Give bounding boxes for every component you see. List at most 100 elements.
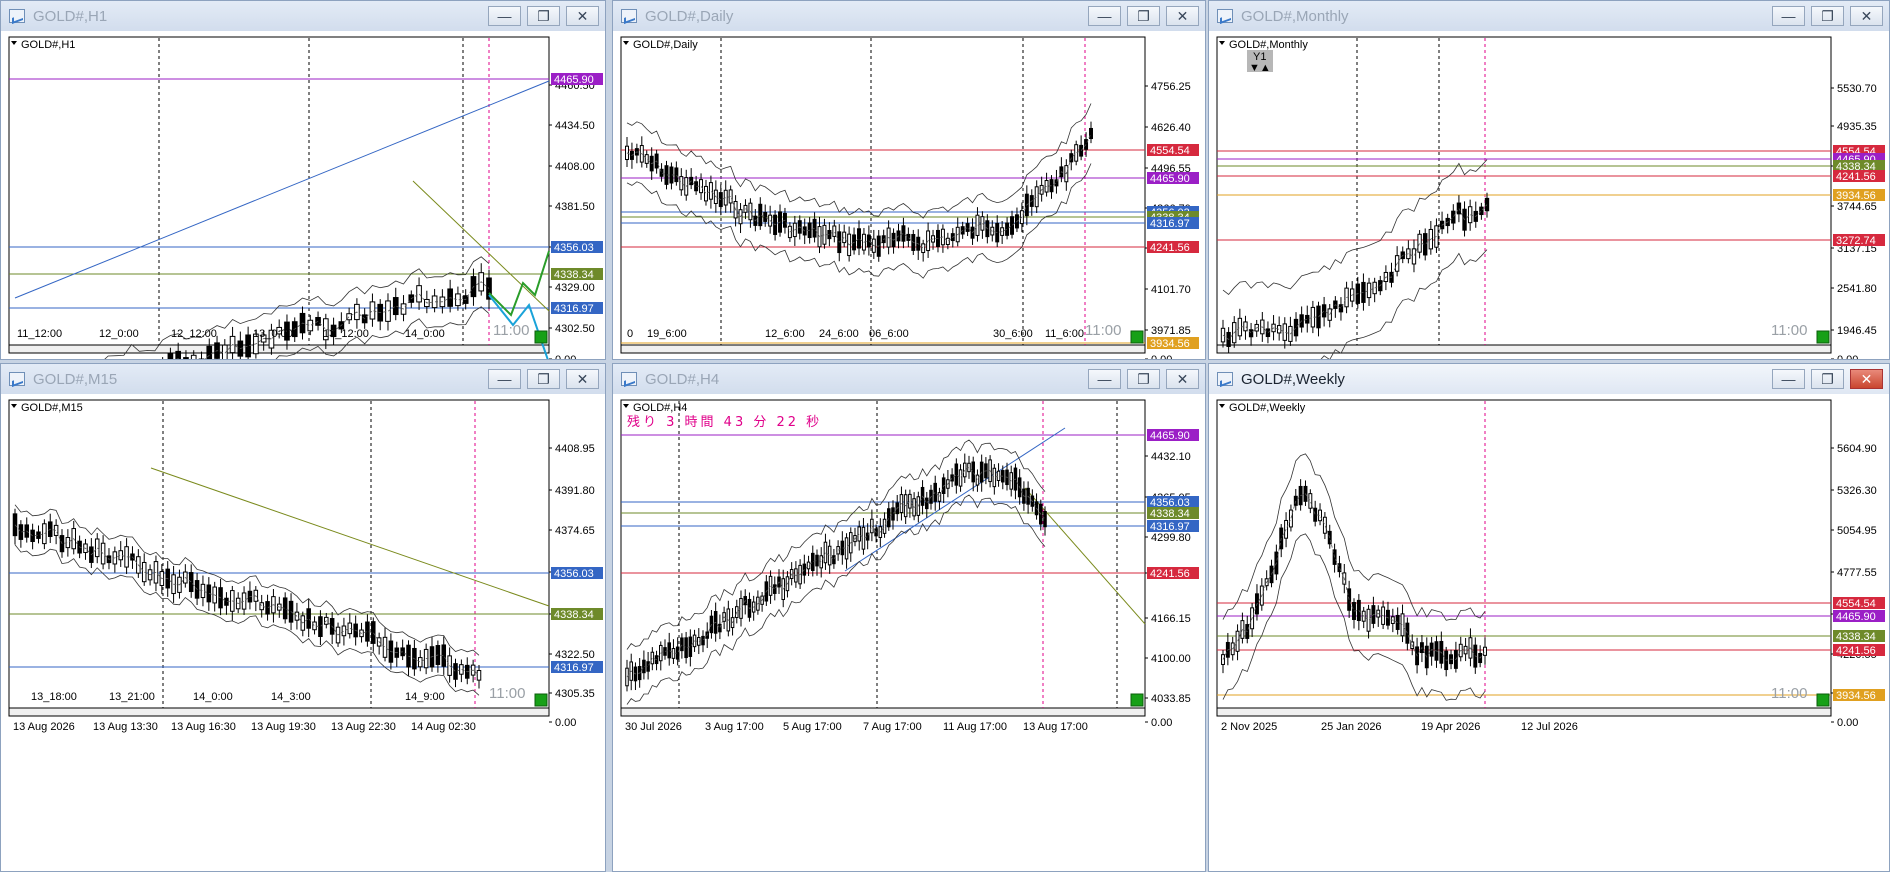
svg-text:▼▲: ▼▲ [1249, 62, 1271, 74]
price-scale-label: 4101.70 [1151, 284, 1191, 296]
candle-body [887, 508, 891, 528]
time-scale-label: 12 Jun 2026 [783, 358, 844, 360]
title-bar[interactable]: GOLD#,Weekly — ❐ ✕ [1209, 364, 1889, 394]
price-scale-label: 4432.10 [1151, 451, 1191, 463]
close-button[interactable]: ✕ [1166, 369, 1199, 389]
candle-body [1293, 495, 1298, 506]
candle-body [1248, 329, 1254, 338]
price-scale-label: 0.00 [1151, 717, 1172, 729]
maximize-button[interactable]: ❐ [1811, 6, 1844, 26]
chart-canvas[interactable]: 4408.954391.804374.654357.454340.304322.… [1, 396, 606, 872]
chart-window-m15[interactable]: GOLD#,M15 — ❐ ✕ 4408.954391.804374.654357.45… [0, 363, 606, 872]
candle-body [188, 572, 194, 593]
chart-shift-marker [1816, 330, 1830, 344]
candle-body [1084, 139, 1089, 150]
candle-body [832, 225, 837, 237]
maximize-button[interactable]: ❐ [1811, 369, 1844, 389]
minimize-button[interactable]: — [1088, 6, 1121, 26]
price-scale-label: 0.00 [1837, 354, 1858, 360]
chart-canvas[interactable]: 5604.905326.305054.954777.554499.954220.… [1209, 396, 1890, 872]
close-button[interactable]: ✕ [1166, 6, 1199, 26]
chart-window-icon [9, 372, 25, 386]
title-bar[interactable]: GOLD#,H1 — ❐ ✕ [1, 1, 605, 31]
period-marker: 11_6:00 [1045, 328, 1084, 340]
candle-body [1293, 318, 1299, 337]
candle-body [1235, 630, 1240, 652]
time-scale-label: 11 May 2026 [625, 358, 688, 360]
window-title: GOLD#,M15 [33, 370, 118, 388]
close-button[interactable]: ✕ [1850, 6, 1883, 26]
candle-body [453, 663, 458, 680]
chart-canvas[interactable]: 4460.504434.504408.004381.504355.004329.… [1, 33, 606, 360]
price-scale-label: 5530.70 [1837, 83, 1877, 95]
price-scale-label: 4033.85 [1151, 693, 1191, 705]
chart-canvas[interactable]: 4756.254626.404496.554366.704231.554101.… [613, 33, 1206, 360]
minimize-button[interactable]: — [488, 6, 521, 26]
candle-body [1479, 206, 1484, 216]
horizontal-scrollbar [8, 707, 550, 717]
price-scale-label: 4434.50 [555, 120, 595, 132]
price-tag-label: 4465.90 [1836, 611, 1876, 623]
close-button[interactable]: ✕ [566, 369, 599, 389]
bar-countdown: 11:00 [1771, 322, 1807, 339]
time-scale-label: 13 Aug 16:30 [171, 721, 236, 733]
chart-canvas[interactable]: 4432.104365.054299.804232.804166.154100.… [613, 396, 1206, 872]
bar-countdown: 11:00 [1771, 685, 1807, 702]
candle-body [1010, 216, 1015, 235]
title-bar[interactable]: GOLD#,Daily — ❐ ✕ [613, 1, 1205, 31]
price-tag-label: 4465.90 [554, 74, 594, 86]
minimize-button[interactable]: — [1772, 369, 1805, 389]
time-scale-label: 12 Jul 2026 [1521, 721, 1578, 733]
chart-window-h1[interactable]: GOLD#,H1— ❐ ✕ 4460.50 4434.50 4408.00 4381.50 4… [0, 0, 606, 360]
candle-body [1313, 507, 1318, 522]
maximize-button[interactable]: ❐ [1127, 369, 1160, 389]
maximize-button[interactable]: ❐ [527, 6, 560, 26]
candle-body [823, 541, 828, 564]
close-button[interactable]: ✕ [566, 6, 599, 26]
price-tag-label: 4316.97 [1150, 521, 1190, 533]
candle-body [1316, 305, 1321, 329]
candle-body [861, 526, 866, 550]
time-scale-label: 7 Aug 17:00 [863, 721, 922, 733]
candle-body [882, 518, 887, 534]
time-scale-label: 25 Jan 2026 [1321, 721, 1382, 733]
price-tag-label: 4316.97 [1150, 218, 1190, 230]
candle-body [963, 462, 967, 478]
maximize-button[interactable]: ❐ [1127, 6, 1160, 26]
chart-window-monthly[interactable]: GOLD#,Monthly—❐✕5530.704935.354340.00374… [1208, 0, 1890, 360]
candle-body [1484, 197, 1490, 212]
time-scale-label: 1 Apr 2024 [1321, 358, 1374, 360]
bar-countdown: 11:00 [1085, 322, 1121, 339]
plot-frame [620, 399, 1146, 709]
chart-shift-marker [1130, 693, 1144, 707]
price-tag-label: 3934.56 [1836, 190, 1876, 202]
candle-body [842, 231, 847, 244]
minimize-button[interactable]: — [1772, 6, 1805, 26]
maximize-button[interactable]: ❐ [527, 369, 560, 389]
symbol-label: GOLD#,H4 [633, 402, 687, 414]
candle-body [921, 243, 926, 254]
chart-window-weekly[interactable]: GOLD#,Weekly — ❐ ✕ 5604.90 5326.30 5054.95 4777… [1208, 363, 1890, 872]
chart-canvas[interactable]: 5530.704935.354340.003744.653137.152541.… [1209, 33, 1890, 360]
chart-window-daily[interactable]: GOLD#,Daily—❐✕4756.254626.404496.554366.… [612, 0, 1206, 360]
title-bar[interactable]: GOLD#,M15 — ❐ ✕ [1, 364, 605, 394]
price-tag-label: 4241.56 [1150, 242, 1190, 254]
title-bar[interactable]: GOLD#,H4 — ❐ ✕ [613, 364, 1205, 394]
close-button[interactable]: ✕ [1850, 369, 1883, 389]
price-tag-label: 4554.54 [1150, 145, 1190, 157]
price-tag-label: 4338.34 [1150, 508, 1190, 520]
candle-body [1366, 282, 1372, 299]
plot-frame [1216, 399, 1832, 709]
candle-body [768, 575, 773, 596]
candle-body [347, 622, 353, 635]
candle-body [416, 285, 422, 303]
title-bar[interactable]: GOLD#,Monthly — ❐ ✕ [1209, 1, 1889, 31]
candle-body [1400, 613, 1405, 637]
time-scale-label: 19 Apr 2026 [1421, 721, 1480, 733]
minimize-button[interactable]: — [1088, 369, 1121, 389]
candle-body [857, 526, 861, 542]
candle-body [1451, 210, 1456, 224]
minimize-button[interactable]: — [488, 369, 521, 389]
chart-window-h4[interactable]: GOLD#,H4 — ❐ ✕ 4432.104365.054299.804232.804… [612, 363, 1206, 872]
period-marker: 12_6:00 [765, 328, 805, 340]
